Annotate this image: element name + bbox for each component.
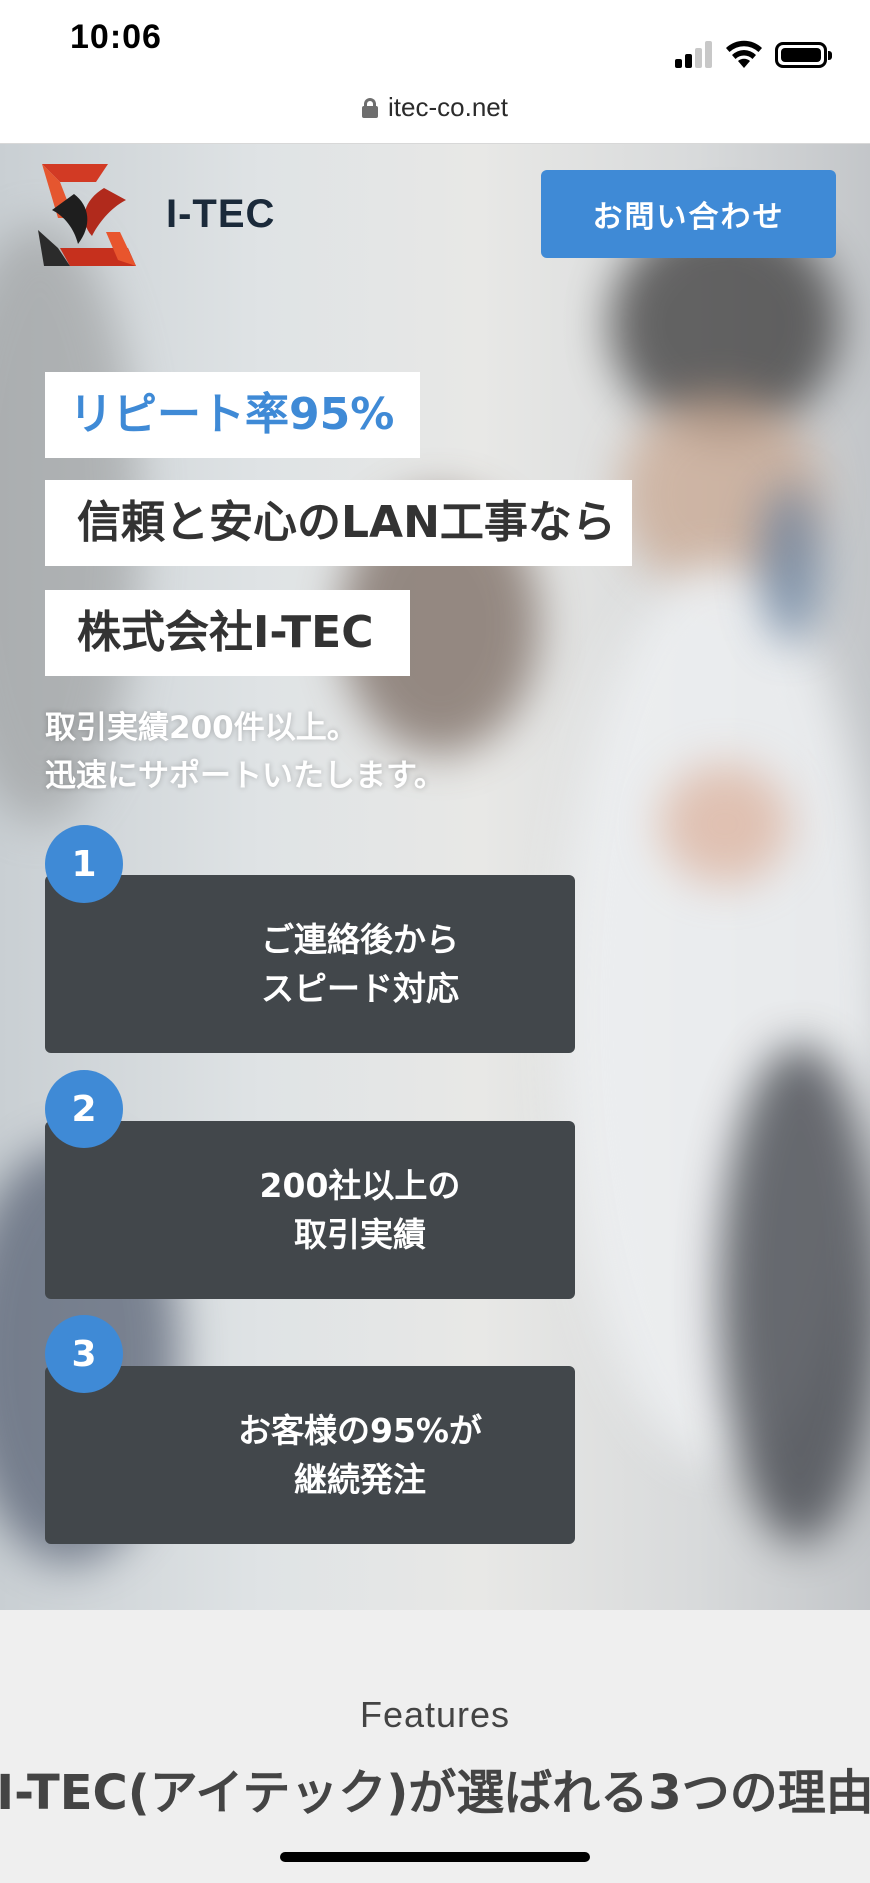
feature-card-3: お客様の95%が 継続発注 bbox=[45, 1366, 575, 1544]
cellular-signal-icon bbox=[675, 40, 713, 68]
feature-number-badge: 2 bbox=[45, 1070, 123, 1148]
home-indicator[interactable] bbox=[280, 1852, 590, 1862]
i-tec-logo[interactable] bbox=[34, 160, 144, 270]
status-time: 10:06 bbox=[70, 18, 162, 56]
status-bar: 10:06 bbox=[0, 0, 870, 90]
feature-number-badge: 3 bbox=[45, 1315, 123, 1393]
headline-trust: 信頼と安心のLAN工事なら bbox=[45, 480, 632, 566]
wifi-icon bbox=[726, 40, 762, 68]
feature-3-line-2: 継続発注 bbox=[294, 1460, 426, 1499]
feature-number-badge: 1 bbox=[45, 825, 123, 903]
feature-2-line-2: 取引実績 bbox=[293, 1215, 426, 1254]
headline-company: 株式会社I-TEC bbox=[45, 590, 410, 676]
battery-icon bbox=[775, 42, 832, 68]
feature-2-line-1: 200社以上の bbox=[259, 1166, 461, 1205]
hero-subtext-line-2: 迅速にサポートいたします。 bbox=[45, 758, 445, 794]
features-label: Features bbox=[359, 1694, 511, 1735]
lock-icon bbox=[362, 97, 379, 118]
feature-3-line-1: お客様の95%が bbox=[238, 1411, 482, 1450]
feature-card-2: 200社以上の 取引実績 bbox=[45, 1121, 575, 1299]
brand-name: I-TEC bbox=[166, 192, 276, 236]
browser-url-bar[interactable]: itec-co.net bbox=[0, 90, 870, 144]
features-section: Features I-TEC(アイテック)が選ばれる3つの理由 bbox=[0, 1610, 870, 1883]
contact-button[interactable]: お問い合わせ bbox=[541, 170, 836, 258]
hero-subtext: 取引実績200件以上。 迅速にサポートいたします。 bbox=[45, 704, 445, 800]
feature-1-line-1: ご連絡後から bbox=[261, 920, 459, 959]
feature-1-line-2: スピード対応 bbox=[261, 969, 459, 1008]
repeat-rate-tag: リピート率95% bbox=[45, 372, 421, 458]
features-title: I-TEC(アイテック)が選ばれる3つの理由 bbox=[0, 1765, 870, 1821]
hero-subtext-line-1: 取引実績200件以上。 bbox=[45, 710, 358, 746]
hero-section: I-TEC お問い合わせ リピート率95% 信頼と安心のLAN工事なら 株式会社… bbox=[0, 144, 870, 1610]
url-text: itec-co.net bbox=[388, 92, 508, 122]
feature-card-1: ご連絡後から スピード対応 bbox=[45, 875, 575, 1053]
